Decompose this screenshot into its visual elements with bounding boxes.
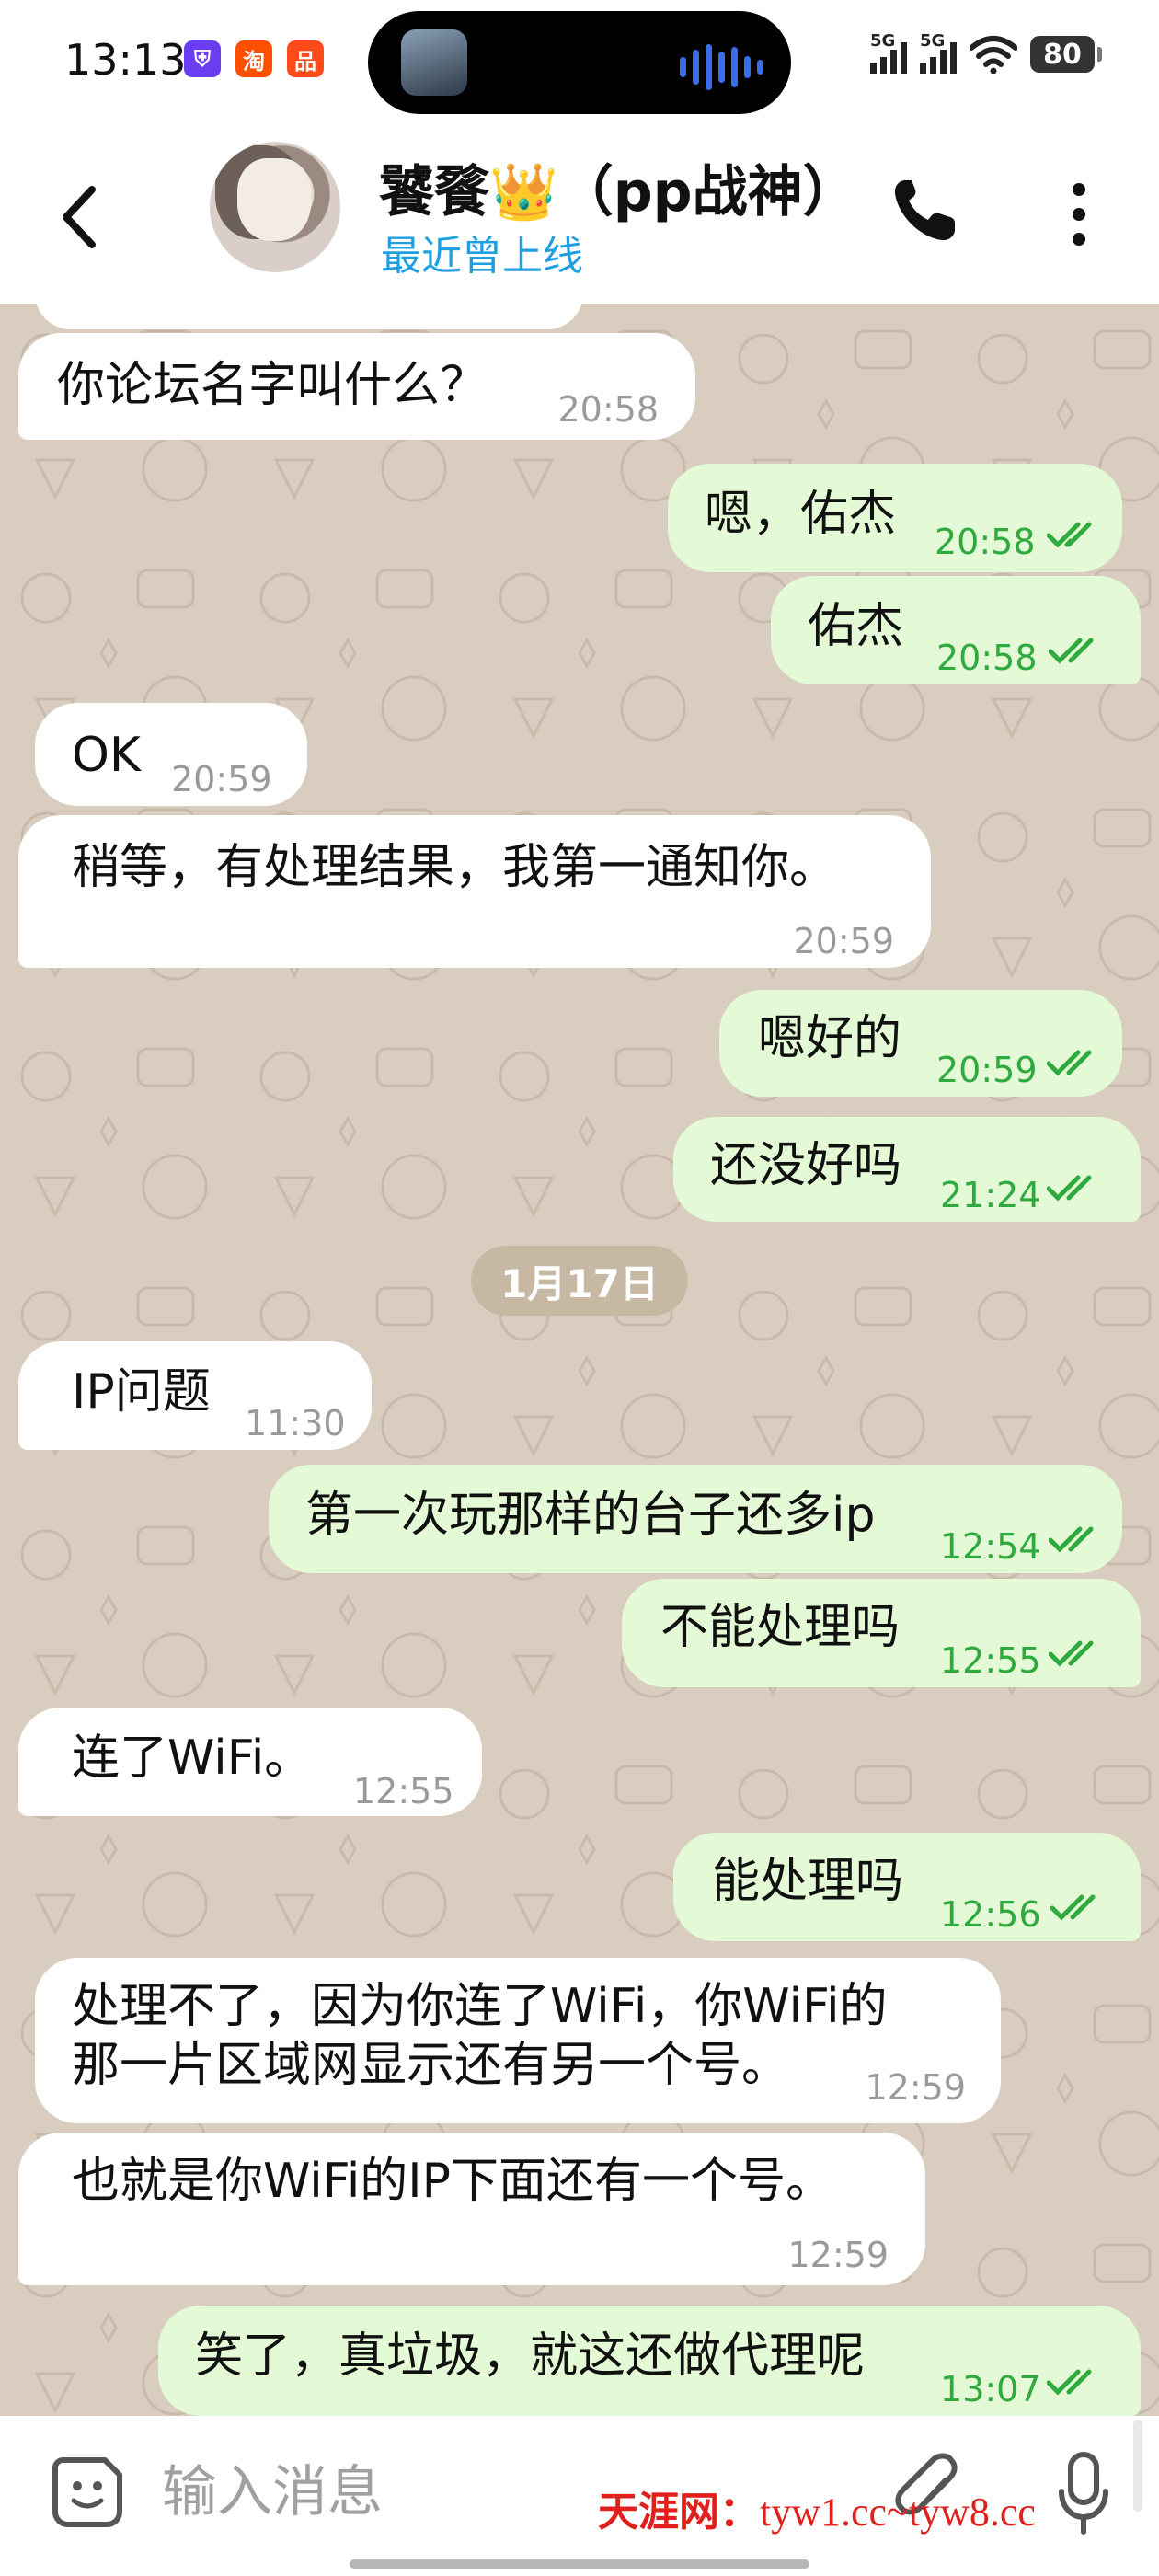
microphone-icon[interactable] (1058, 2451, 1109, 2536)
message-text: 嗯好的 (758, 1011, 902, 1066)
message-bubble-incoming[interactable]: 处理不了，因为你连了WiFi，你WiFi的 那一片区域网显示还有另一个号。 12… (35, 1958, 1001, 2123)
contact-status: 最近曾上线 (381, 233, 583, 280)
signal-icon-2: 5G (920, 31, 957, 74)
message-list[interactable]: 你论坛名字叫什么？ 20:58 嗯，佑杰 20:58 佑杰 20:58 OK 2… (0, 304, 1159, 2416)
message-time: 20:59 (793, 921, 894, 961)
shield-app-icon: ⛨ (184, 40, 221, 77)
status-indicators: 5G 5G 80 (870, 31, 1102, 74)
read-ticks-icon (1047, 522, 1092, 548)
message-text: 佑杰 (808, 599, 904, 654)
read-ticks-icon (1047, 2369, 1092, 2396)
home-indicator[interactable] (350, 2559, 809, 2569)
message-time: 12:55 (940, 1640, 1041, 1681)
watermark: 天涯网：tyw1.cc~tyw8.cc (598, 2490, 1036, 2535)
date-separator: 1月17日 (471, 1246, 688, 1316)
message-time: 12:55 (353, 1771, 454, 1811)
message-bubble-partial (35, 304, 583, 329)
message-text: 第一次玩那样的台子还多ip (305, 1488, 876, 1543)
message-bubble-outgoing[interactable]: 笑了，真垃圾，就这还做代理呢 13:07 (158, 2306, 1141, 2416)
message-bubble-incoming[interactable]: IP问题 11:30 (18, 1341, 372, 1450)
phone-icon[interactable] (889, 173, 962, 247)
message-text: 笑了，真垃圾，就这还做代理呢 (195, 2329, 866, 2384)
message-bubble-incoming[interactable]: 连了WiFi。 12:55 (18, 1708, 482, 1816)
read-ticks-icon (1049, 1526, 1094, 1553)
message-time: 12:56 (940, 1894, 1041, 1935)
island-avatar (401, 29, 467, 96)
message-time: 20:58 (557, 389, 659, 430)
message-bubble-incoming[interactable]: OK 20:59 (35, 703, 307, 806)
battery-icon: 80 (1030, 36, 1102, 73)
scrollbar[interactable] (1133, 2420, 1142, 2512)
message-text: 稍等，有处理结果，我第一通知你。 (72, 840, 838, 895)
message-text: 连了WiFi。 (72, 1731, 313, 1786)
message-text: 不能处理吗 (660, 1600, 901, 1655)
signal-icon: 5G (870, 31, 907, 74)
orange-app-icon: 品 (287, 40, 324, 77)
audio-wave-icon (680, 44, 763, 90)
message-bubble-outgoing[interactable]: 佑杰 20:58 (771, 576, 1141, 684)
more-options-icon[interactable] (1065, 182, 1093, 247)
message-bubble-outgoing[interactable]: 嗯，佑杰 20:58 (668, 464, 1122, 572)
status-time: 13:13 (64, 35, 187, 85)
taobao-app-icon: 淘 (235, 40, 272, 77)
message-text: IP问题 (72, 1364, 211, 1420)
message-time: 13:07 (940, 2369, 1041, 2409)
message-bubble-outgoing[interactable]: 不能处理吗 12:55 (622, 1579, 1141, 1687)
message-bubble-incoming[interactable]: 也就是你WiFi的IP下面还有一个号。 12:59 (18, 2133, 925, 2285)
message-time: 20:59 (171, 759, 272, 799)
message-text: OK (72, 728, 142, 783)
message-time: 21:24 (940, 1175, 1041, 1215)
message-text: 还没好吗 (710, 1138, 902, 1193)
read-ticks-icon (1047, 1050, 1092, 1076)
chat-header: 饕餮👑（pp战神） 最近曾上线 (0, 129, 1159, 304)
message-text: 处理不了，因为你连了WiFi，你WiFi的 (72, 1979, 888, 2034)
message-time: 12:54 (940, 1526, 1041, 1567)
message-text-line2: 那一片区域网显示还有另一个号。 (72, 2038, 790, 2093)
read-ticks-icon (1047, 1175, 1092, 1202)
contact-name[interactable]: 饕餮👑（pp战神） (379, 147, 858, 227)
message-bubble-outgoing[interactable]: 还没好吗 21:24 (673, 1117, 1141, 1222)
read-ticks-icon (1049, 1640, 1094, 1667)
message-text: 你论坛名字叫什么？ (57, 358, 488, 413)
message-time: 20:58 (935, 522, 1036, 562)
message-text: 嗯，佑杰 (705, 487, 897, 542)
wifi-icon (970, 36, 1017, 74)
message-bubble-outgoing[interactable]: 能处理吗 12:56 (673, 1833, 1141, 1941)
message-bubble-outgoing[interactable]: 第一次玩那样的台子还多ip 12:54 (269, 1465, 1122, 1573)
message-input[interactable] (162, 2451, 585, 2534)
read-ticks-icon (1050, 1894, 1096, 1921)
read-ticks-icon (1049, 638, 1094, 664)
message-bubble-incoming[interactable]: 稍等，有处理结果，我第一通知你。 20:59 (18, 815, 931, 968)
message-time: 12:59 (865, 2067, 966, 2108)
message-time: 12:59 (787, 2235, 889, 2275)
sticker-icon[interactable] (50, 2455, 125, 2530)
message-time: 20:59 (936, 1050, 1038, 1090)
dynamic-island[interactable] (368, 11, 791, 114)
status-bar: 13:13 ⛨ 淘 品 5G 5G 80 (0, 0, 1159, 129)
back-arrow-icon[interactable] (55, 180, 110, 254)
message-bubble-outgoing[interactable]: 嗯好的 20:59 (719, 990, 1122, 1097)
message-time: 11:30 (245, 1403, 346, 1443)
message-bubble-incoming[interactable]: 你论坛名字叫什么？ 20:58 (18, 333, 695, 440)
message-text: 也就是你WiFi的IP下面还有一个号。 (72, 2154, 833, 2209)
message-time: 20:58 (936, 638, 1038, 678)
message-text: 能处理吗 (712, 1854, 904, 1909)
contact-avatar[interactable] (210, 142, 340, 272)
